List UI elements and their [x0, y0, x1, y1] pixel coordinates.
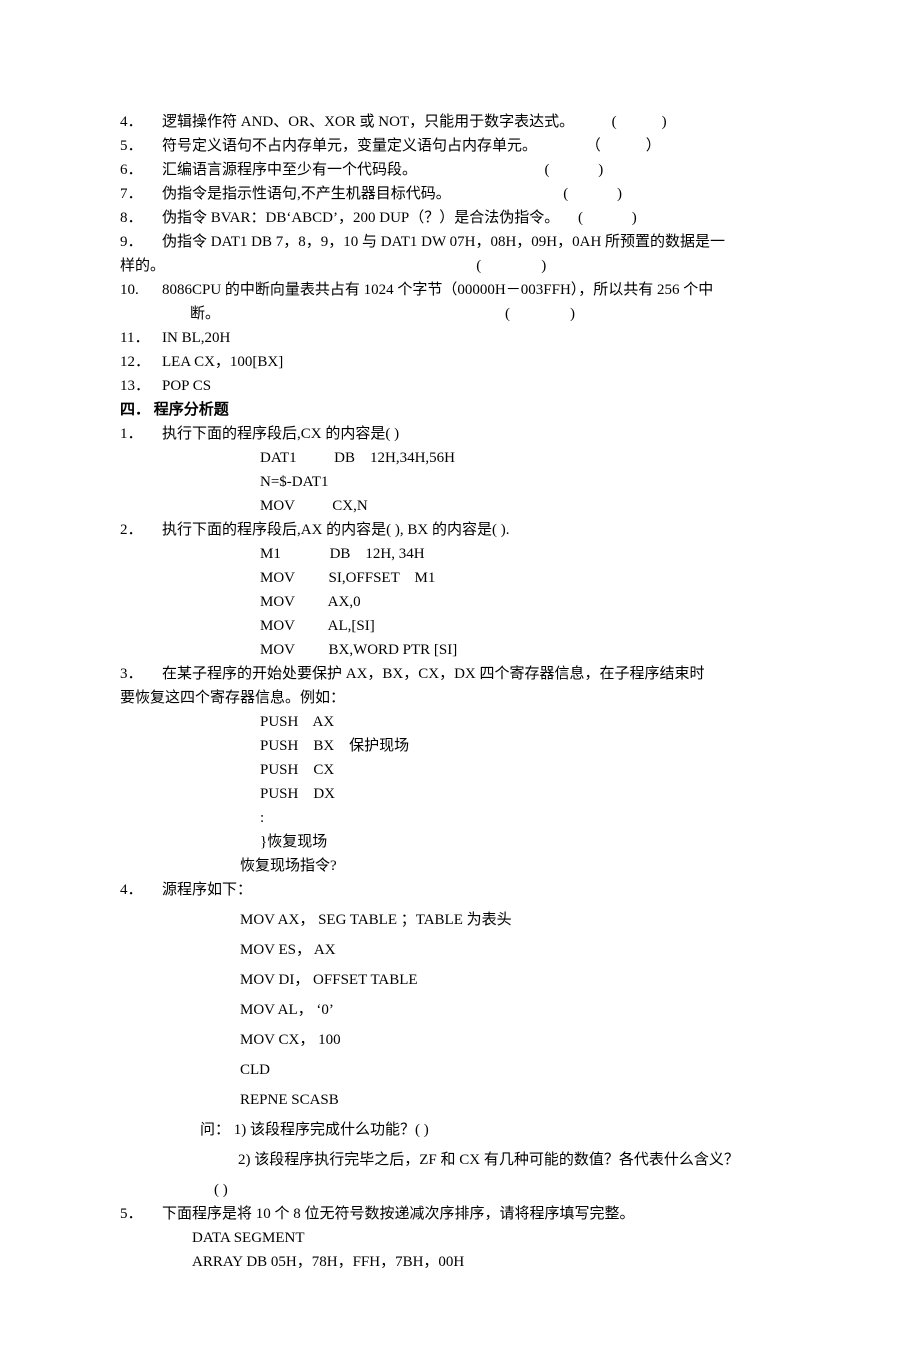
- code-line: MOV DI， OFFSET TABLE: [120, 968, 800, 992]
- item-number: 6．: [120, 158, 162, 182]
- q3: 3． 在某子程序的开始处要保护 AX，BX，CX，DX 四个寄存器信息，在子程序…: [120, 662, 800, 686]
- code-line: PUSH CX: [120, 758, 800, 782]
- item-number: 8．: [120, 206, 162, 230]
- item-text: 在某子程序的开始处要保护 AX，BX，CX，DX 四个寄存器信息，在子程序结束时: [162, 662, 800, 686]
- item-number: 11．: [120, 326, 162, 350]
- q1: 1． 执行下面的程序段后,CX 的内容是( ): [120, 422, 800, 446]
- item-text: 伪指令 DAT1 DB 7，8，9，10 与 DAT1 DW 07H，08H，0…: [162, 230, 800, 254]
- tf-item-10: 10. 8086CPU 的中断向量表共占有 1024 个字节（00000H－00…: [120, 278, 800, 302]
- item-number: 10.: [120, 278, 162, 302]
- q4: 4． 源程序如下：: [120, 878, 800, 902]
- item-number: 4．: [120, 878, 162, 902]
- q2: 2． 执行下面的程序段后,AX 的内容是( ), BX 的内容是( ).: [120, 518, 800, 542]
- q4-ask3: ( ): [120, 1178, 800, 1202]
- item-number: 4．: [120, 110, 162, 134]
- paren-blank: ( ): [559, 210, 637, 226]
- item-text: 下面程序是将 10 个 8 位无符号数按递减次序排序，请将程序填写完整。: [162, 1202, 800, 1226]
- code-line: CLD: [120, 1058, 800, 1082]
- item-text: 源程序如下：: [162, 878, 800, 902]
- paren-blank: ( ): [417, 162, 603, 178]
- code-line: M1 DB 12H, 34H: [120, 542, 800, 566]
- q3-cont: 要恢复这四个寄存器信息。例如：: [120, 686, 800, 710]
- code-line: MOV ES， AX: [120, 938, 800, 962]
- code-line: PUSH BX 保护现场: [120, 734, 800, 758]
- item-text: 逻辑操作符 AND、OR、XOR 或 NOT，只能用于数字表达式。 ( ): [162, 110, 800, 134]
- tf-item-10-cont: 断。 ( ): [120, 302, 800, 326]
- code-line: MOV CX,N: [120, 494, 800, 518]
- tf-item-11: 11． IN BL,20H: [120, 326, 800, 350]
- code-line: REPNE SCASB: [120, 1088, 800, 1112]
- paren-blank: ( ): [574, 114, 667, 130]
- tf-item-6: 6． 汇编语言源程序中至少有一个代码段。 ( ): [120, 158, 800, 182]
- q4-ask1: 问： 1) 该段程序完成什么功能？( ): [120, 1118, 800, 1142]
- q3-last: 恢复现场指令?: [120, 854, 800, 878]
- code-line: :: [120, 806, 800, 830]
- code-line: MOV AX， SEG TABLE ；TABLE 为表头: [120, 908, 800, 932]
- q5: 5． 下面程序是将 10 个 8 位无符号数按递减次序排序，请将程序填写完整。: [120, 1202, 800, 1226]
- paren-blank: ( ): [451, 186, 622, 202]
- item-number: 1．: [120, 422, 162, 446]
- code-line: MOV CX， 100: [120, 1028, 800, 1052]
- item-text: 汇编语言源程序中至少有一个代码段。 ( ): [162, 158, 800, 182]
- item-number: 12．: [120, 350, 162, 374]
- item-number: 5．: [120, 1202, 162, 1226]
- item-number: 5．: [120, 134, 162, 158]
- code-line: MOV AL,[SI]: [120, 614, 800, 638]
- item-text: IN BL,20H: [162, 326, 800, 350]
- item-text: 执行下面的程序段后,AX 的内容是( ), BX 的内容是( ).: [162, 518, 800, 542]
- item-text: 伪指令是指示性语句,不产生机器目标代码。 ( ): [162, 182, 800, 206]
- item-number: 3．: [120, 662, 162, 686]
- q4-ask2: 2) 该段程序执行完毕之后，ZF 和 CX 有几种可能的数值？各代表什么含义？: [120, 1148, 800, 1172]
- page-container: 4． 逻辑操作符 AND、OR、XOR 或 NOT，只能用于数字表达式。 ( )…: [0, 0, 920, 1354]
- code-line: PUSH AX: [120, 710, 800, 734]
- code-line: DATA SEGMENT: [120, 1226, 800, 1250]
- code-line: MOV AX,0: [120, 590, 800, 614]
- item-text: 伪指令 BVAR：DB‘ABCD’，200 DUP（？）是合法伪指令。 ( ): [162, 206, 800, 230]
- paren-blank: ( ): [220, 306, 575, 322]
- tf-item-7: 7． 伪指令是指示性语句,不产生机器目标代码。 ( ): [120, 182, 800, 206]
- tf-item-13: 13． POP CS: [120, 374, 800, 398]
- code-line: DAT1 DB 12H,34H,56H: [120, 446, 800, 470]
- item-number: 7．: [120, 182, 162, 206]
- item-text: POP CS: [162, 374, 800, 398]
- item-text: 符号定义语句不占内存单元，变量定义语句占内存单元。 （ ）: [162, 134, 800, 158]
- code-line: MOV SI,OFFSET M1: [120, 566, 800, 590]
- paren-blank: （ ）: [537, 138, 661, 154]
- code-line: MOV AL， ‘0’: [120, 998, 800, 1022]
- code-line: N=$-DAT1: [120, 470, 800, 494]
- section-4-title: 四． 程序分析题: [120, 398, 800, 422]
- code-line: PUSH DX: [120, 782, 800, 806]
- item-text: 8086CPU 的中断向量表共占有 1024 个字节（00000H－003FFH…: [162, 278, 800, 302]
- tf-item-8: 8． 伪指令 BVAR：DB‘ABCD’，200 DUP（？）是合法伪指令。 (…: [120, 206, 800, 230]
- item-number: 9．: [120, 230, 162, 254]
- code-line: ARRAY DB 05H，78H，FFH，7BH，00H: [120, 1250, 800, 1274]
- code-line: }恢复现场: [120, 830, 800, 854]
- tf-item-9: 9． 伪指令 DAT1 DB 7，8，9，10 与 DAT1 DW 07H，08…: [120, 230, 800, 254]
- tf-item-4: 4． 逻辑操作符 AND、OR、XOR 或 NOT，只能用于数字表达式。 ( ): [120, 110, 800, 134]
- tf-item-5: 5． 符号定义语句不占内存单元，变量定义语句占内存单元。 （ ）: [120, 134, 800, 158]
- item-text: LEA CX，100[BX]: [162, 350, 800, 374]
- tf-item-12: 12． LEA CX，100[BX]: [120, 350, 800, 374]
- item-number: 2．: [120, 518, 162, 542]
- item-text: 执行下面的程序段后,CX 的内容是( ): [162, 422, 800, 446]
- paren-blank: ( ): [165, 258, 546, 274]
- tf-item-9-cont: 样的。 ( ): [120, 254, 800, 278]
- code-line: MOV BX,WORD PTR [SI]: [120, 638, 800, 662]
- item-number: 13．: [120, 374, 162, 398]
